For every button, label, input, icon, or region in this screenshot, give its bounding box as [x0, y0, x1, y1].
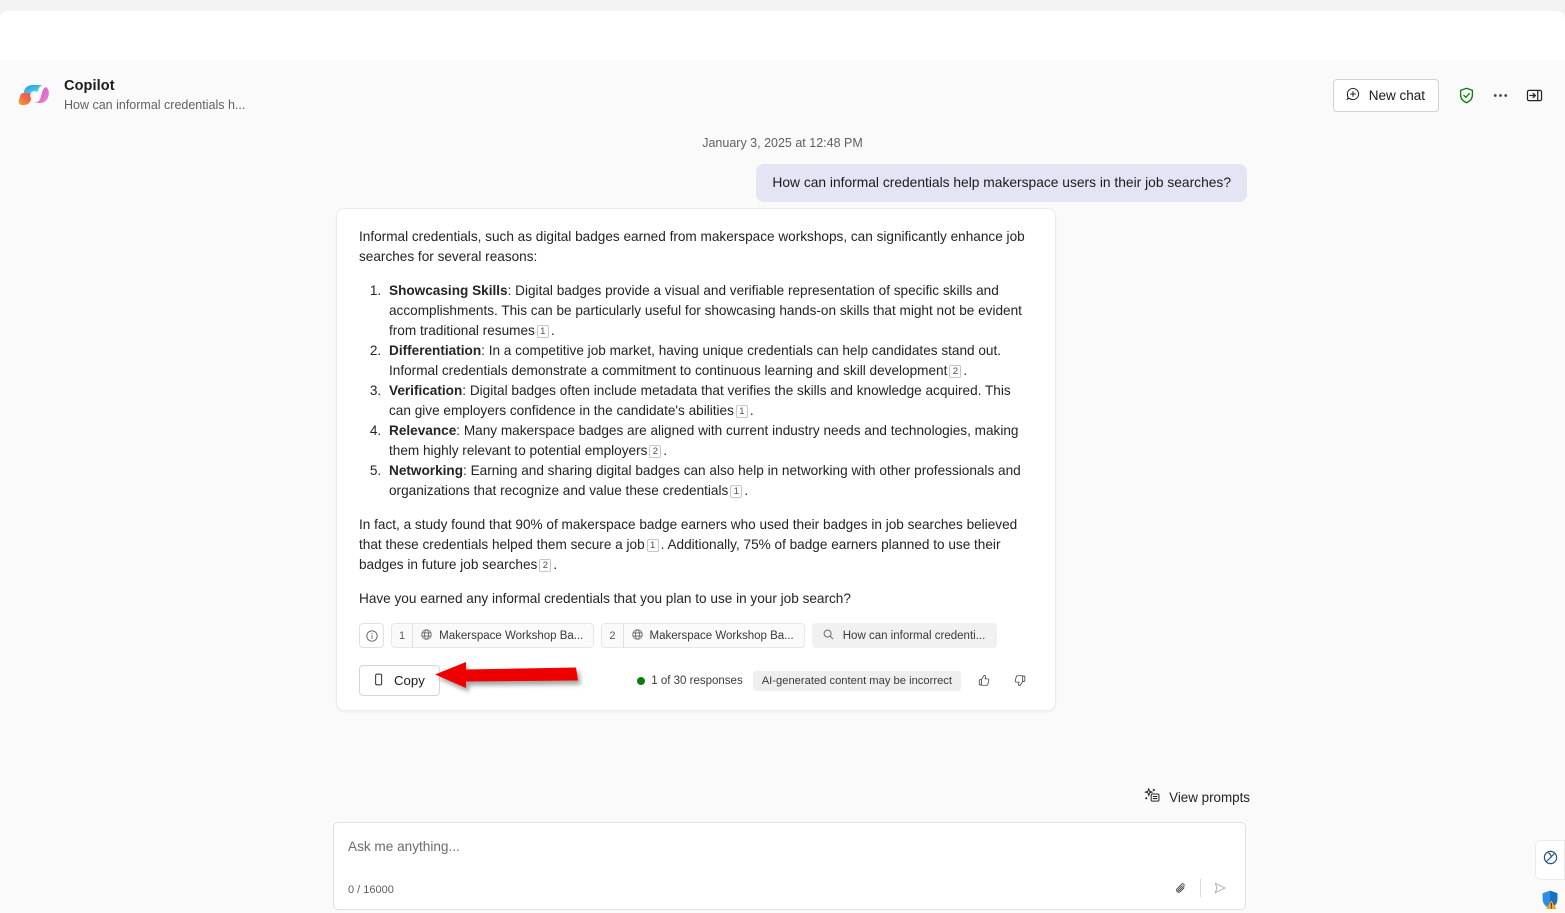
globe-icon: [420, 628, 433, 644]
compose-box[interactable]: Ask me anything... 0 / 16000: [333, 822, 1246, 910]
more-horizontal-icon[interactable]: [1483, 78, 1517, 112]
assistant-response-card: Informal credentials, such as digital ba…: [336, 208, 1056, 711]
list-item-term: Differentiation: [389, 343, 482, 358]
app-header: Copilot How can informal credentials h..…: [0, 60, 1565, 132]
list-item: Verification: Digital badges often inclu…: [385, 381, 1033, 421]
view-prompts-button[interactable]: View prompts: [1144, 787, 1250, 807]
citation-pill[interactable]: 2 Makerspace Workshop Ba...: [601, 623, 805, 648]
list-item-body: : Many makerspace badges are aligned wit…: [389, 423, 1019, 458]
citation-marker[interactable]: 2: [649, 445, 662, 458]
stat-part-3: .: [553, 557, 558, 572]
header-actions: New chat: [1332, 78, 1551, 112]
copy-label: Copy: [394, 673, 425, 688]
response-meta: 1 of 30 responses AI-generated content m…: [637, 668, 1033, 694]
citation-pill-label-wrap: Makerspace Workshop Ba...: [624, 628, 804, 644]
citation-marker[interactable]: 1: [536, 325, 549, 338]
shield-check-icon[interactable]: [1449, 78, 1483, 112]
sparkle-prompts-icon: [1144, 787, 1161, 807]
list-item-tail: .: [550, 323, 555, 338]
list-item: Differentiation: In a competitive job ma…: [385, 341, 1033, 381]
plus-circle-icon: [1345, 86, 1361, 105]
brand: Copilot How can informal credentials h..…: [18, 77, 245, 114]
new-chat-label: New chat: [1368, 87, 1425, 103]
citation-pill-number: 1: [392, 624, 414, 647]
send-icon[interactable]: [1207, 875, 1233, 901]
citation-marker[interactable]: 1: [646, 539, 659, 552]
list-item-tail: .: [663, 443, 668, 458]
response-closing-question: Have you earned any informal credentials…: [359, 591, 851, 606]
collapse-panel-icon[interactable]: [1517, 78, 1551, 112]
response-intro: Informal credentials, such as digital ba…: [359, 229, 1025, 264]
compose-tools: [1168, 875, 1233, 901]
status-dot-icon: [637, 676, 646, 685]
list-item-term: Verification: [389, 383, 463, 398]
citation-pill-label: Makerspace Workshop Ba...: [649, 629, 794, 642]
list-item: Relevance: Many makerspace badges are al…: [385, 421, 1033, 461]
message-input[interactable]: Ask me anything...: [348, 839, 460, 854]
thumbs-up-icon[interactable]: [971, 668, 997, 694]
citation-marker[interactable]: 1: [730, 485, 743, 498]
view-prompts-label: View prompts: [1169, 789, 1250, 805]
app-root: Copilot How can informal credentials h..…: [0, 0, 1565, 913]
brand-text: Copilot How can informal credentials h..…: [64, 77, 245, 114]
response-list: Showcasing Skills: Digital badges provid…: [359, 281, 1033, 501]
citation-pill-label-wrap: Makerspace Workshop Ba...: [413, 628, 593, 644]
copy-icon: [371, 672, 386, 690]
info-circle-icon[interactable]: [359, 623, 384, 648]
list-item-body: : In a competitive job market, having un…: [389, 343, 1002, 378]
search-query-label: How can informal credenti...: [842, 629, 986, 642]
list-item-tail: .: [744, 483, 749, 498]
response-counter-label: 1 of 30 responses: [651, 674, 743, 687]
ai-disclaimer-badge: AI-generated content may be incorrect: [752, 670, 961, 691]
citation-marker[interactable]: 1: [735, 405, 748, 418]
citation-marker[interactable]: 2: [539, 559, 552, 572]
list-item: Networking: Earning and sharing digital …: [385, 461, 1033, 501]
citation-marker[interactable]: 2: [949, 365, 962, 378]
chat-subtitle: How can informal credentials h...: [64, 98, 246, 112]
list-item: Showcasing Skills: Digital badges provid…: [385, 281, 1033, 341]
list-item-tail: .: [749, 403, 754, 418]
tool-divider: [1200, 879, 1201, 897]
citation-pill-number: 2: [602, 624, 624, 647]
app-title: Copilot: [64, 78, 115, 94]
response-statistics: In fact, a study found that 90% of maker…: [359, 515, 1033, 575]
copilot-logo: [18, 79, 52, 113]
user-message-bubble: How can informal credentials help makers…: [756, 164, 1247, 202]
citation-pill[interactable]: 1 Makerspace Workshop Ba...: [391, 623, 595, 648]
new-chat-button[interactable]: New chat: [1332, 78, 1439, 112]
citations-row: 1 Makerspace Workshop Ba... 2 Makerspace…: [359, 623, 1033, 648]
list-item-term: Networking: [389, 463, 464, 478]
copy-button[interactable]: Copy: [359, 665, 440, 696]
citation-pill-label: Makerspace Workshop Ba...: [439, 629, 584, 642]
list-item-term: Showcasing Skills: [389, 283, 508, 298]
message-timestamp: January 3, 2025 at 12:48 PM: [702, 136, 863, 150]
browser-rail-button[interactable]: [1535, 840, 1565, 880]
response-action-row: Copy 1 of 30 responses AI-generated cont…: [359, 665, 1033, 696]
search-query-pill[interactable]: How can informal credenti...: [811, 623, 998, 648]
character-counter: 0 / 16000: [348, 884, 394, 896]
globe-icon: [631, 628, 644, 644]
globe-browser-icon: [1542, 849, 1559, 871]
list-item-term: Relevance: [389, 423, 457, 438]
thumbs-down-icon[interactable]: [1007, 668, 1033, 694]
shield-warning-icon[interactable]: [1538, 888, 1562, 912]
search-icon: [822, 628, 835, 644]
window-top-band: [0, 11, 1565, 60]
list-item-tail: .: [963, 363, 968, 378]
list-item-body: : Digital badges often include metadata …: [389, 383, 1011, 418]
paperclip-icon[interactable]: [1168, 875, 1194, 901]
response-counter: 1 of 30 responses: [637, 674, 743, 687]
list-item-body: : Earning and sharing digital badges can…: [389, 463, 1021, 498]
